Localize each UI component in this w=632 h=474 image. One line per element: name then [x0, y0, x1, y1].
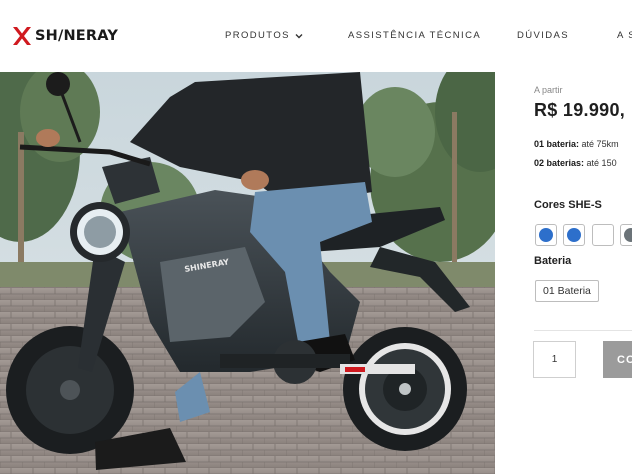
- product-price: R$ 19.990,: [534, 100, 626, 120]
- nav-item-assistencia-tecnica[interactable]: ASSISTÊNCIA TÉCNICA: [348, 30, 481, 41]
- battery-range-2: 02 baterias: até 150: [534, 158, 617, 168]
- nav-item-label: ASSISTÊNCIA TÉCNICA: [348, 30, 482, 41]
- price-from-label: A partir: [534, 85, 563, 95]
- battery-label: Bateria: [534, 255, 572, 267]
- battery-range-1: 01 bateria: até 75km: [534, 139, 619, 149]
- swatch-dot: [539, 228, 553, 242]
- color-swatch-blue[interactable]: [535, 224, 557, 246]
- swatch-dot: [624, 228, 632, 242]
- color-swatch-white[interactable]: [592, 224, 614, 246]
- battery-range-label: 01 bateria:: [534, 139, 580, 149]
- nav-item-duvidas[interactable]: DÚVIDAS: [517, 30, 569, 41]
- color-swatch-gray[interactable]: [620, 224, 632, 246]
- buy-button[interactable]: CO: [603, 341, 632, 378]
- main-nav: PRODUTOS ASSISTÊNCIA TÉCNICA DÚVIDAS A S: [0, 30, 632, 42]
- site-header: SH/NERAY PRODUTOS ASSISTÊNCIA TÉCNICA DÚ…: [0, 0, 632, 72]
- color-swatch-blue-2[interactable]: [563, 224, 585, 246]
- product-info-panel: A partir R$ 19.990, 01 bateria: até 75km…: [495, 72, 632, 474]
- chevron-down-icon: [295, 33, 303, 38]
- battery-range-value: até 150: [586, 158, 617, 168]
- battery-range-label: 02 baterias:: [534, 158, 585, 168]
- nav-item-produtos[interactable]: PRODUTOS: [225, 30, 303, 41]
- swatch-dot: [596, 228, 610, 242]
- divider: [534, 330, 632, 331]
- nav-item-label: A S: [617, 30, 632, 41]
- nav-item-label: PRODUTOS: [225, 30, 290, 41]
- battery-range-value: até 75km: [581, 139, 619, 149]
- quantity-input[interactable]: 1: [533, 341, 576, 378]
- product-hero-image[interactable]: SHINERAY: [0, 72, 495, 474]
- colors-label: Cores SHE-S: [534, 199, 602, 211]
- swatch-dot: [567, 228, 581, 242]
- battery-option-01[interactable]: 01 Bateria: [535, 280, 599, 302]
- motorcycle-photo: SHINERAY: [0, 72, 495, 474]
- nav-item-label: DÚVIDAS: [517, 30, 570, 41]
- nav-item-truncated[interactable]: A S: [617, 30, 632, 41]
